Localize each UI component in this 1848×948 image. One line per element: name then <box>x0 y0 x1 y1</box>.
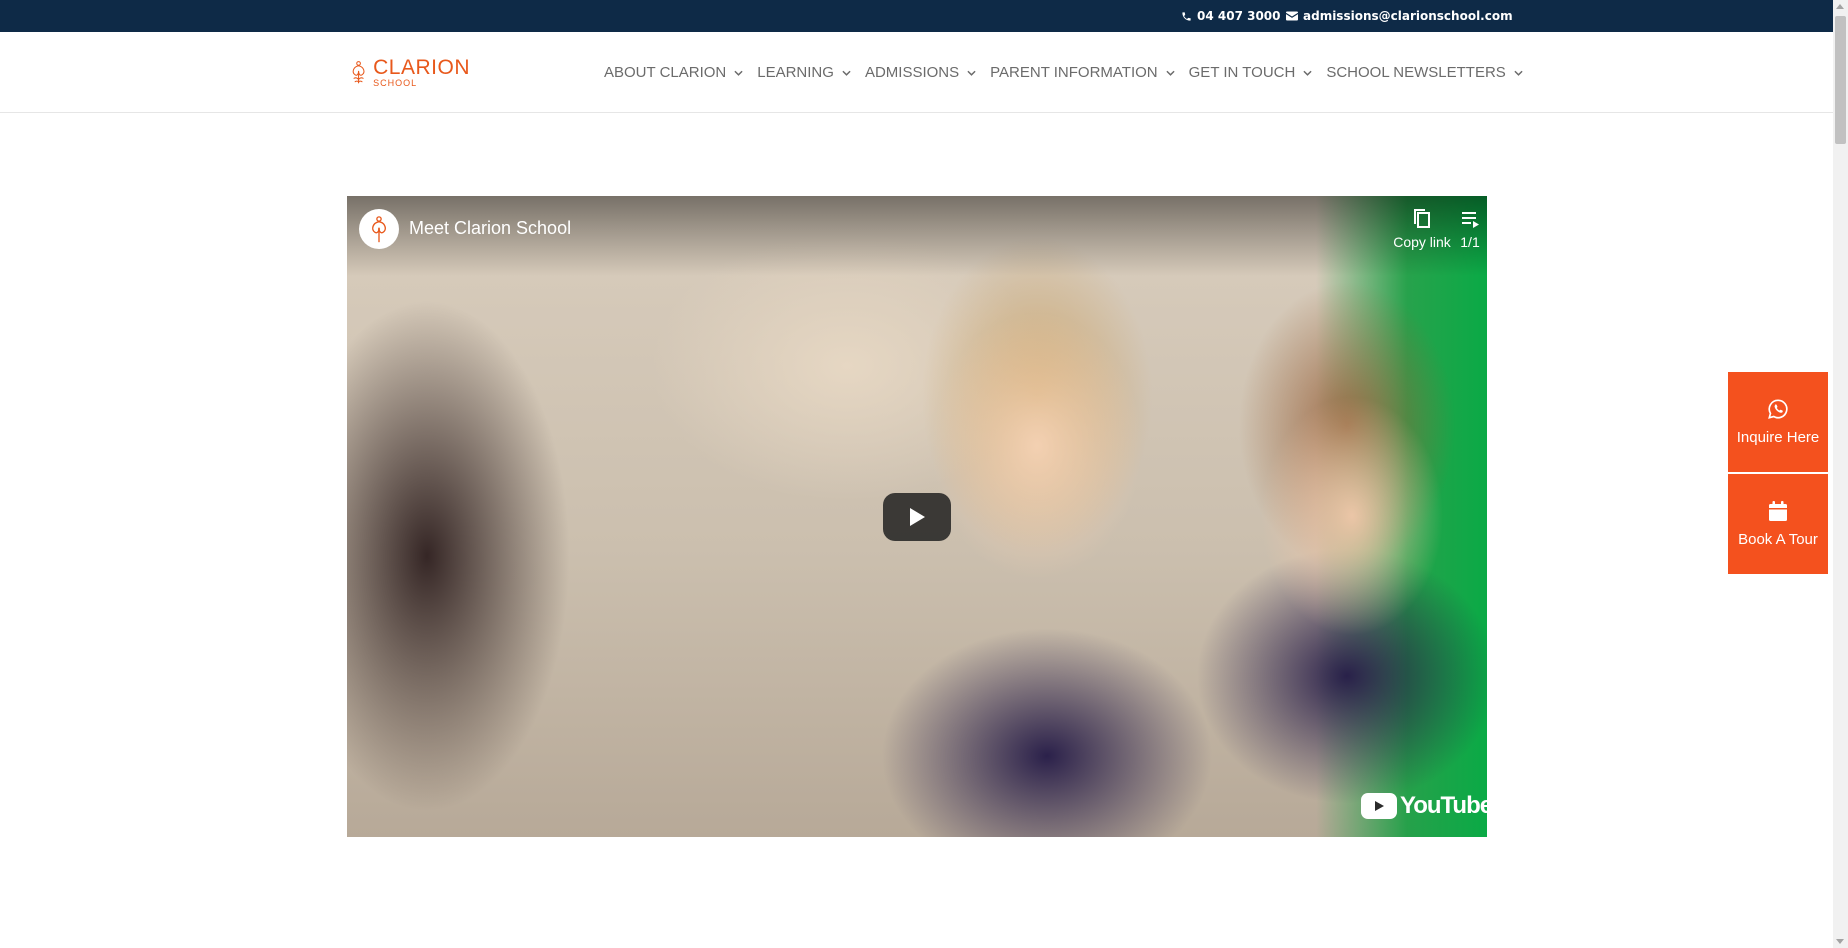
play-icon <box>910 508 925 526</box>
inquire-here-button[interactable]: Inquire Here <box>1728 372 1828 472</box>
calendar-icon <box>1769 501 1787 521</box>
nav-item-get-in-touch[interactable]: GET IN TOUCH <box>1189 64 1313 81</box>
nav-item-about-clarion[interactable]: ABOUT CLARION <box>604 64 743 81</box>
nav-item-learning[interactable]: LEARNING <box>757 64 851 81</box>
nav-item-label: PARENT INFORMATION <box>990 64 1158 81</box>
phone-icon <box>1182 11 1191 21</box>
nav-item-school-newsletters[interactable]: SCHOOL NEWSLETTERS <box>1326 64 1523 81</box>
video-title[interactable]: Meet Clarion School <box>409 218 571 239</box>
phone-number: 04 407 3000 <box>1197 9 1281 23</box>
chevron-down-icon <box>1303 70 1312 76</box>
playlist-button[interactable]: 1/1 <box>1425 208 1487 250</box>
inquire-here-label: Inquire Here <box>1736 429 1820 446</box>
logo-subtitle: SCHOOL <box>373 77 418 88</box>
youtube-play-box-icon <box>1361 793 1397 819</box>
site-logo[interactable]: CLARION SCHOOL <box>350 50 470 94</box>
site-header: CLARION SCHOOL ABOUT CLARION LEARNING AD… <box>0 32 1833 113</box>
playlist-count: 1/1 <box>1460 234 1480 250</box>
main-navigation: ABOUT CLARION LEARNING ADMISSIONS PARENT… <box>604 32 1523 113</box>
whatsapp-icon <box>1768 399 1788 419</box>
book-a-tour-button[interactable]: Book A Tour <box>1728 474 1828 574</box>
email-link[interactable]: admissions@clarionschool.com <box>1286 0 1513 32</box>
youtube-video-embed[interactable]: Meet Clarion School Copy link 1/1 YouTub… <box>347 196 1487 837</box>
page-scrollbar[interactable] <box>1833 0 1848 948</box>
envelope-icon <box>1286 11 1298 21</box>
clarion-flower-logo-icon <box>352 61 365 84</box>
chevron-down-icon <box>842 70 851 76</box>
nav-item-label: GET IN TOUCH <box>1188 64 1296 81</box>
nav-item-parent-information[interactable]: PARENT INFORMATION <box>990 64 1175 81</box>
chevron-down-icon <box>1514 70 1523 76</box>
email-address: admissions@clarionschool.com <box>1303 9 1513 23</box>
chevron-down-icon <box>1166 70 1175 76</box>
chevron-down-icon <box>734 70 743 76</box>
nav-item-label: LEARNING <box>757 64 834 81</box>
clarion-flower-logo-icon <box>372 216 386 243</box>
scroll-up-arrow-icon[interactable] <box>1836 4 1844 9</box>
nav-item-admissions[interactable]: ADMISSIONS <box>865 64 976 81</box>
top-contact-bar: 04 407 3000 admissions@clarionschool.com <box>0 0 1833 32</box>
channel-avatar[interactable] <box>359 209 399 249</box>
playlist-icon <box>1462 212 1479 228</box>
youtube-wordmark: YouTube <box>1400 792 1487 819</box>
phone-link[interactable]: 04 407 3000 <box>1181 0 1281 32</box>
play-button[interactable] <box>883 493 951 541</box>
youtube-logo[interactable]: YouTube <box>1361 792 1487 820</box>
nav-item-label: ABOUT CLARION <box>604 64 727 81</box>
chevron-down-icon <box>967 70 976 76</box>
nav-item-label: ADMISSIONS <box>864 64 960 81</box>
scrollbar-thumb[interactable] <box>1835 16 1846 144</box>
book-a-tour-label: Book A Tour <box>1738 531 1818 548</box>
logo-name: CLARION <box>373 55 470 79</box>
scroll-down-arrow-icon[interactable] <box>1836 939 1844 944</box>
nav-item-label: SCHOOL NEWSLETTERS <box>1326 64 1506 81</box>
